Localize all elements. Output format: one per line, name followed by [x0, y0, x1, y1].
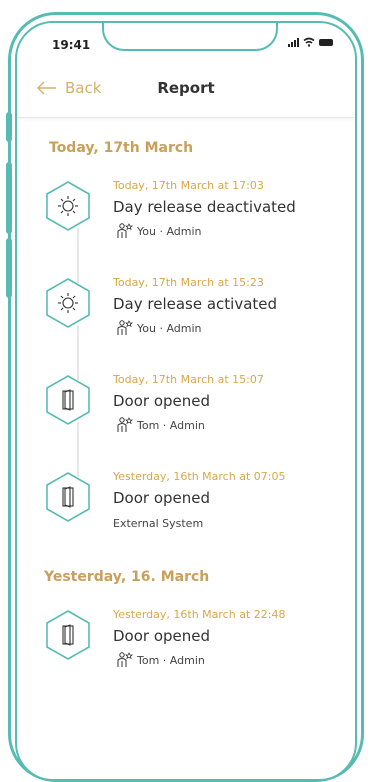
entry-title: Day release activated: [113, 295, 278, 313]
entry-meta-text: Tom · Admin: [137, 418, 205, 432]
entry-meta-text: You · Admin: [137, 321, 202, 335]
entry-hexagon: [46, 610, 90, 660]
entry-meta: External System: [113, 517, 203, 530]
entry-date: Today, 17th March at 15:07: [113, 373, 264, 386]
timeline-connector: [77, 228, 79, 283]
person-admin-icon: [117, 652, 134, 667]
entry-meta: Tom · Admin: [116, 651, 205, 669]
entry-hexagon: [46, 375, 90, 425]
wifi-icon: [303, 37, 315, 47]
entry-meta-text: External System: [113, 517, 204, 530]
entry-date: Yesterday, 16th March at 22:48: [113, 608, 286, 621]
entry-date: Yesterday, 16th March at 07:05: [113, 470, 286, 483]
side-button: [6, 112, 12, 142]
person-admin-icon: [117, 320, 134, 335]
entry-hexagon: [46, 472, 90, 522]
status-icons: [288, 37, 333, 47]
person-admin-icon: [117, 417, 134, 432]
section-title-yesterday: Yesterday, 16. March: [44, 569, 210, 585]
entry-title: Door opened: [113, 627, 211, 645]
entry-title: Door opened: [113, 489, 211, 507]
entry-meta-text: You · Admin: [137, 224, 202, 238]
entry-hexagon: [46, 278, 90, 328]
side-button: [6, 238, 12, 298]
entry-date: Today, 17th March at 15:23: [113, 276, 264, 289]
battery-icon: [319, 38, 333, 46]
person-admin-icon: [117, 223, 134, 238]
entry-meta: Tom · Admin: [116, 416, 205, 434]
section-title-today: Today, 17th March: [49, 140, 194, 156]
entry-hexagon: [46, 181, 90, 231]
phone-screen: 19:41 Back Report Today, 17th March Toda…: [15, 21, 357, 781]
status-time: 19:41: [52, 38, 91, 52]
page-title: Report: [157, 79, 215, 97]
timeline-connector: [77, 422, 79, 477]
side-button: [6, 162, 12, 234]
header: Back Report: [17, 65, 355, 118]
entry-title: Day release deactivated: [113, 198, 296, 216]
timeline-connector: [77, 325, 79, 380]
entry-date: Today, 17th March at 17:03: [113, 179, 264, 192]
notch: [102, 23, 278, 51]
entry-meta: You · Admin: [116, 319, 202, 337]
entry-meta-text: Tom · Admin: [137, 653, 205, 667]
signal-icon: [288, 37, 299, 47]
entry-title: Door opened: [113, 392, 211, 410]
entry-meta: You · Admin: [116, 222, 202, 240]
